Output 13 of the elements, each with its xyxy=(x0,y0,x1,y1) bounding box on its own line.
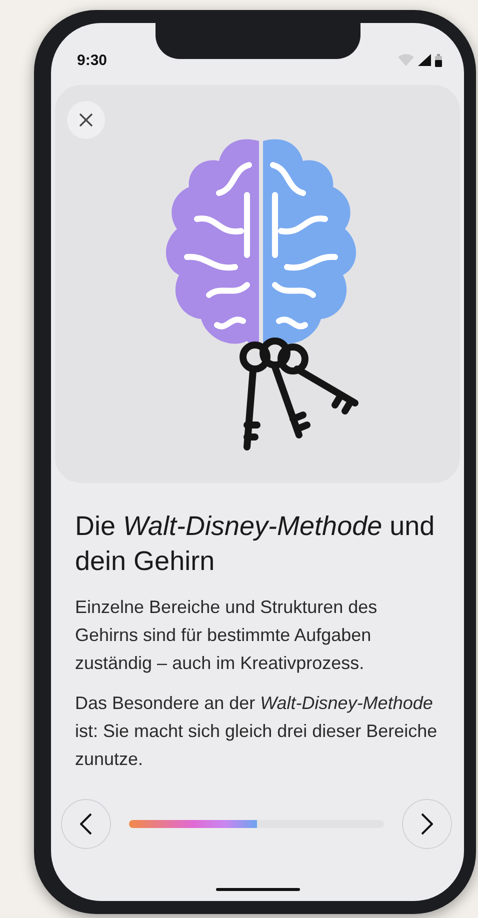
wifi-icon xyxy=(398,54,414,66)
body-paragraph: Einzelne Bereiche und Strukturen des Gehirns sind für bestimmte Aufgaben zuständig – auch im Kreativprozess. xyxy=(75,596,378,675)
body-paragraph: Das Besondere an der Walt-Disney-Methode ist: Sie macht sich gleich drei dieser Bereiche zunutze. xyxy=(75,692,438,771)
close-icon xyxy=(79,113,93,127)
signal-icon xyxy=(418,54,431,66)
next-button[interactable] xyxy=(402,799,452,849)
screen-title: Die Walt-Disney-Methode und dein Gehirn xyxy=(75,510,436,578)
chevron-right-icon xyxy=(421,813,433,835)
previous-button[interactable] xyxy=(61,799,111,849)
status-time: 9:30 xyxy=(77,52,108,68)
close-button[interactable] xyxy=(67,101,105,139)
chevron-left-icon xyxy=(80,813,92,835)
battery-icon xyxy=(435,54,442,66)
